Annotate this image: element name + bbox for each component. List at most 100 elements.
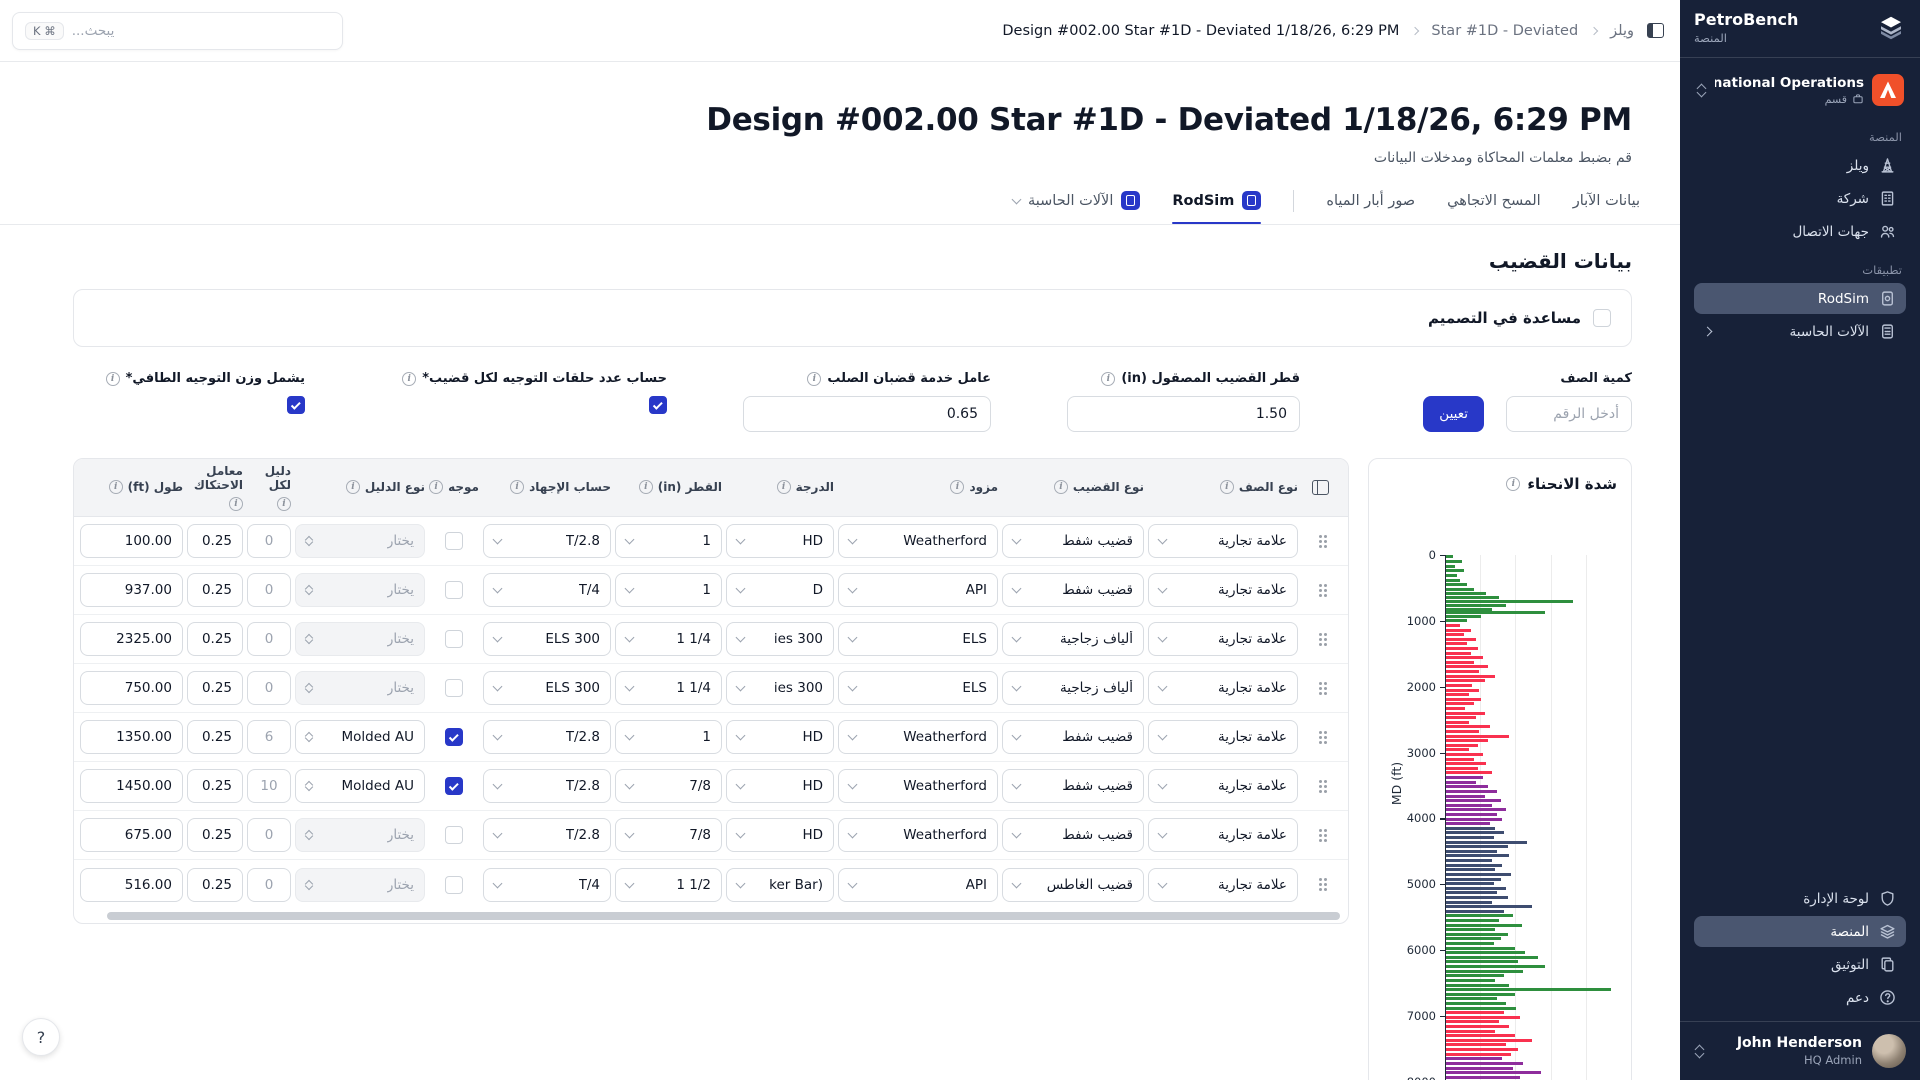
vendor-select[interactable]: ELS — [838, 622, 998, 656]
guides-per-input[interactable]: 0 — [247, 622, 291, 656]
grade-select[interactable]: HD — [726, 818, 834, 852]
info-icon[interactable]: i — [807, 372, 821, 386]
rod-type-select[interactable]: قضيب شفط — [1002, 769, 1144, 803]
friction-input[interactable]: 0.25 — [187, 524, 243, 558]
row-type-select[interactable]: علامة تجارية — [1148, 573, 1298, 607]
grade-select[interactable]: ies 300 — [726, 671, 834, 705]
rod-type-select[interactable]: ألياف زجاجية — [1002, 671, 1144, 705]
sidebar-footer-item-التوثيق[interactable]: التوثيق — [1694, 949, 1906, 980]
tab-بيانات-الآبار[interactable]: بيانات الآبار — [1573, 193, 1640, 222]
stress-calc-select[interactable]: T/4 — [483, 573, 611, 607]
stress-calc-select[interactable]: T/4 — [483, 868, 611, 902]
guide-type-select[interactable]: Molded AU — [295, 720, 425, 754]
guides-per-input[interactable]: 0 — [247, 524, 291, 558]
friction-input[interactable]: 0.25 — [187, 622, 243, 656]
org-switcher[interactable]: International Operations قسم — [1690, 70, 1910, 110]
vendor-select[interactable]: Weatherford — [838, 769, 998, 803]
friction-input[interactable]: 0.25 — [187, 868, 243, 902]
diameter-select[interactable]: 1 — [615, 720, 722, 754]
rod-type-select[interactable]: قضيب شفط — [1002, 573, 1144, 607]
drag-handle-icon[interactable] — [1319, 584, 1322, 587]
info-icon[interactable]: i — [1506, 477, 1520, 491]
friction-input[interactable]: 0.25 — [187, 818, 243, 852]
guides-per-input[interactable]: 0 — [247, 671, 291, 705]
polished-diameter-input[interactable]: 1.50 — [1067, 396, 1300, 432]
drag-handle-icon[interactable] — [1319, 878, 1322, 881]
guides-per-input[interactable]: 6 — [247, 720, 291, 754]
grade-select[interactable]: HD — [726, 524, 834, 558]
grade-select[interactable]: D — [726, 573, 834, 607]
sidebar-item-RodSim[interactable]: RodSim — [1694, 283, 1906, 314]
info-icon[interactable]: i — [429, 480, 443, 494]
row-type-select[interactable]: علامة تجارية — [1148, 671, 1298, 705]
info-icon[interactable]: i — [1220, 480, 1234, 494]
diameter-select[interactable]: 1 1/4 — [615, 622, 722, 656]
info-icon[interactable]: i — [510, 480, 524, 494]
grade-select[interactable]: ker Bar) — [726, 868, 834, 902]
sidebar-footer-item-لوحة-الإدارة[interactable]: لوحة الإدارة — [1694, 883, 1906, 914]
row-type-select[interactable]: علامة تجارية — [1148, 868, 1298, 902]
length-input[interactable]: 516.00 — [80, 868, 183, 902]
guide-type-select[interactable]: Molded AU — [295, 769, 425, 803]
info-icon[interactable]: i — [346, 480, 360, 494]
length-input[interactable]: 100.00 — [80, 524, 183, 558]
grade-select[interactable]: HD — [726, 769, 834, 803]
diameter-select[interactable]: 7/8 — [615, 818, 722, 852]
rod-type-select[interactable]: قضيب شفط — [1002, 720, 1144, 754]
guided-checkbox[interactable] — [445, 532, 463, 550]
panel-toggle-icon[interactable] — [1647, 23, 1664, 38]
help-button[interactable]: ? — [22, 1018, 60, 1056]
set-button[interactable]: تعيين — [1423, 396, 1484, 432]
info-icon[interactable]: i — [109, 480, 123, 494]
info-icon[interactable]: i — [1054, 480, 1068, 494]
row-type-select[interactable]: علامة تجارية — [1148, 769, 1298, 803]
stress-calc-select[interactable]: T/2.8 — [483, 769, 611, 803]
sidebar-footer-item-المنصة[interactable]: المنصة — [1694, 916, 1906, 947]
row-type-select[interactable]: علامة تجارية — [1148, 524, 1298, 558]
guides-per-input[interactable]: 0 — [247, 818, 291, 852]
sidebar-item-ويلز[interactable]: ويلز — [1694, 150, 1906, 181]
breadcrumb-parent[interactable]: Star #1D - Deviated — [1431, 23, 1578, 39]
vendor-select[interactable]: Weatherford — [838, 720, 998, 754]
drag-handle-icon[interactable] — [1319, 780, 1322, 783]
drag-handle-icon[interactable] — [1319, 633, 1322, 636]
guide-type-select[interactable]: يختار — [295, 622, 425, 656]
guided-checkbox[interactable] — [445, 679, 463, 697]
drag-handle-icon[interactable] — [1319, 682, 1322, 685]
tab-المسح-الاتجاهي[interactable]: المسح الاتجاهي — [1447, 193, 1541, 222]
sidebar-item-الآلات-الحاسبة[interactable]: الآلات الحاسبة — [1694, 316, 1906, 347]
vendor-select[interactable]: API — [838, 868, 998, 902]
guide-type-select[interactable]: يختار — [295, 671, 425, 705]
info-icon[interactable]: i — [402, 372, 416, 386]
info-icon[interactable]: i — [639, 480, 653, 494]
diameter-select[interactable]: 1 1/2 — [615, 868, 722, 902]
guided-checkbox[interactable] — [445, 581, 463, 599]
length-input[interactable]: 1350.00 — [80, 720, 183, 754]
guides-per-input[interactable]: 0 — [247, 868, 291, 902]
guide-type-select[interactable]: يختار — [295, 573, 425, 607]
guide-rings-checkbox[interactable] — [649, 396, 667, 414]
stress-calc-select[interactable]: T/2.8 — [483, 720, 611, 754]
service-factor-input[interactable]: 0.65 — [743, 396, 991, 432]
search-input[interactable]: يبحث... ⌘ K — [12, 12, 343, 50]
scrollbar-thumb[interactable] — [107, 912, 1340, 920]
buoyant-weight-checkbox[interactable] — [287, 396, 305, 414]
vendor-select[interactable]: API — [838, 573, 998, 607]
guided-checkbox[interactable] — [445, 826, 463, 844]
length-input[interactable]: 750.00 — [80, 671, 183, 705]
user-menu[interactable]: John Henderson HQ Admin — [1680, 1021, 1920, 1080]
stress-calc-select[interactable]: ELS 300 — [483, 622, 611, 656]
info-icon[interactable]: i — [106, 372, 120, 386]
diameter-select[interactable]: 1 1/4 — [615, 671, 722, 705]
grade-select[interactable]: HD — [726, 720, 834, 754]
row-type-select[interactable]: علامة تجارية — [1148, 720, 1298, 754]
length-input[interactable]: 2325.00 — [80, 622, 183, 656]
columns-toggle-icon[interactable] — [1312, 480, 1329, 495]
info-icon[interactable]: i — [277, 497, 291, 511]
sidebar-item-شركة[interactable]: شركة — [1694, 183, 1906, 214]
vendor-select[interactable]: ELS — [838, 671, 998, 705]
diameter-select[interactable]: 1 — [615, 573, 722, 607]
vendor-select[interactable]: Weatherford — [838, 524, 998, 558]
vendor-select[interactable]: Weatherford — [838, 818, 998, 852]
length-input[interactable]: 937.00 — [80, 573, 183, 607]
